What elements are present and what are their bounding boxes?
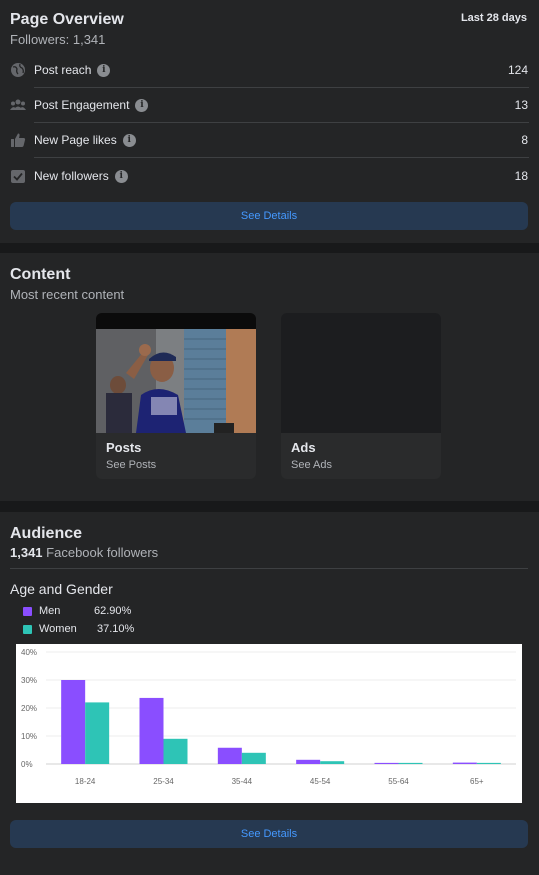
bar-men-45-54 [296, 759, 321, 764]
legend-value: 62.90% [94, 605, 132, 617]
metric-new-page-likes: New Page likes i 8 [10, 123, 529, 158]
metric-value: 8 [521, 133, 528, 147]
y-tick-label: 20% [21, 704, 37, 713]
legend-swatch [23, 607, 32, 616]
info-icon[interactable]: i [97, 64, 111, 78]
bar-women-25-34 [163, 738, 188, 764]
info-icon[interactable]: i [114, 170, 128, 184]
metric-label: Post reach [34, 63, 92, 77]
metric-value: 124 [507, 63, 528, 77]
posts-tile[interactable]: Posts See Posts [96, 313, 256, 479]
metric-label: New followers [34, 169, 109, 183]
bar-women-18-24 [85, 702, 110, 764]
ads-thumbnail [281, 313, 441, 433]
info-icon[interactable]: i [122, 134, 136, 148]
legend-swatch [23, 625, 32, 634]
divider [34, 157, 529, 158]
metric-post-reach: Post reach i 124 [10, 53, 529, 88]
metric-value: 13 [514, 98, 528, 112]
x-tick-label: 55-64 [388, 777, 409, 786]
age-gender-chart: 0% 10% 20% 30% 40% 18-24 25-34 35-44 45-54 55-64 6… [16, 644, 522, 803]
tile-title: Posts [106, 440, 142, 455]
bar-men-65+ [452, 762, 477, 764]
y-tick-label: 0% [21, 760, 33, 769]
bar-women-45-54 [320, 761, 345, 764]
bar-women-35-44 [241, 752, 266, 764]
y-tick-label: 10% [21, 732, 37, 741]
followers-label: Facebook followers [46, 545, 159, 560]
y-tick-label: 40% [21, 648, 37, 657]
see-details-button[interactable]: See Details [10, 820, 528, 848]
x-tick-label: 45-54 [310, 777, 331, 786]
tile-subtitle: See Ads [291, 459, 332, 471]
ads-tile[interactable]: Ads See Ads [281, 313, 441, 479]
legend-label: Women [39, 623, 77, 635]
followers-count: Followers: 1,341 [10, 32, 106, 47]
legend-value: 37.10% [97, 623, 135, 635]
page-overview-title: Page Overview [10, 11, 124, 28]
bar-chart: 0% 10% 20% 30% 40% 18-24 25-34 35-44 45-54 55-64 6… [21, 648, 516, 786]
info-icon[interactable]: i [135, 99, 149, 113]
post-thumbnail-image [96, 313, 256, 433]
audience-card: Audience 1,341 Facebook followers Age an… [0, 512, 539, 875]
bar-men-35-44 [217, 747, 242, 764]
checkbox-icon [11, 170, 25, 183]
content-subtitle: Most recent content [10, 287, 125, 302]
audience-title: Audience [10, 525, 83, 542]
page-overview-card: Page Overview Followers: 1,341 Last 28 d… [0, 0, 539, 243]
age-gender-title: Age and Gender [10, 581, 113, 597]
metric-new-followers: New followers i 18 [10, 159, 529, 194]
x-tick-label: 18-24 [75, 777, 96, 786]
legend-label: Men [39, 605, 61, 617]
thumbs-up-icon [11, 133, 26, 147]
post-thumbnail [96, 313, 256, 433]
globe-icon [11, 63, 25, 77]
metric-value: 18 [514, 169, 528, 183]
bar-men-55-64 [374, 762, 399, 764]
people-icon [10, 99, 26, 110]
see-details-button[interactable]: See Details [10, 202, 528, 230]
metric-label: New Page likes [34, 133, 117, 147]
y-tick-label: 30% [21, 676, 37, 685]
metric-post-engagement: Post Engagement i 13 [10, 88, 529, 123]
x-tick-label: 35-44 [232, 777, 253, 786]
bar-women-55-64 [398, 762, 423, 764]
followers-number: 1,341 [10, 545, 43, 560]
content-card: Content Most recent content Posts See Po… [0, 253, 539, 501]
audience-followers: 1,341 Facebook followers [10, 545, 158, 560]
date-range[interactable]: Last 28 days [461, 12, 527, 24]
tile-subtitle: See Posts [106, 459, 157, 471]
bar-men-18-24 [61, 680, 86, 764]
content-title: Content [10, 266, 71, 283]
bar-women-65+ [476, 762, 501, 764]
divider [10, 568, 528, 569]
metric-label: Post Engagement [34, 98, 130, 112]
bar-men-25-34 [139, 697, 164, 764]
x-tick-label: 65+ [470, 777, 484, 786]
tile-title: Ads [291, 440, 316, 455]
x-tick-label: 25-34 [153, 777, 174, 786]
